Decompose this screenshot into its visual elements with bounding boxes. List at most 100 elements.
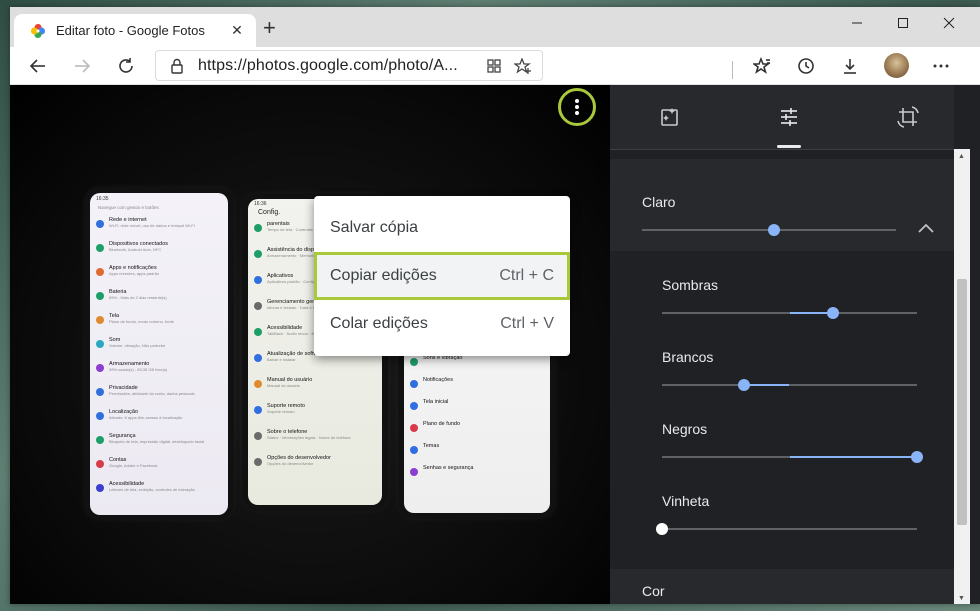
- setting-subtitle: Apps recentes, apps padrão: [109, 271, 160, 276]
- edit-tabs: [610, 85, 954, 149]
- tab-title: Editar foto - Google Fotos: [56, 23, 205, 38]
- address-bar[interactable]: https://photos.google.com/photo/A...: [155, 50, 543, 81]
- back-icon[interactable]: [24, 52, 52, 80]
- phone-left: 16:35 Navegue com gestos e botões Rede e…: [84, 187, 234, 520]
- browser-toolbar: https://photos.google.com/photo/A...: [10, 47, 980, 85]
- photo-viewer: 16:35 Navegue com gestos e botões Rede e…: [10, 85, 610, 604]
- phone-setting-row: Dispositivos conectados Bluetooth, Androi…: [90, 241, 228, 265]
- setting-icon: [254, 276, 262, 284]
- adjust-sliders-icon[interactable]: [775, 103, 803, 131]
- minimize-icon[interactable]: [834, 7, 880, 39]
- profile-avatar[interactable]: [884, 53, 909, 78]
- adjust-vinheta: Vinheta: [610, 483, 954, 555]
- phone-setting-row: Sobre o telefone Status · Informações leg…: [248, 429, 382, 455]
- tab-close-icon[interactable]: ✕: [228, 22, 246, 39]
- slider-track[interactable]: [656, 523, 917, 535]
- setting-subtitle: Opções do desenvolvedor: [267, 461, 314, 466]
- scrollbar-thumb[interactable]: [957, 279, 967, 525]
- slider-track[interactable]: [662, 379, 917, 391]
- scroll-down-icon[interactable]: ▼: [958, 595, 965, 602]
- setting-subtitle: 65% - Mais de 2 dias restante(s): [109, 295, 167, 300]
- slider-label: Sombras: [662, 277, 719, 293]
- forward-icon[interactable]: [68, 52, 96, 80]
- phone-setting-row: Bateria 65% - Mais de 2 dias restante(s): [90, 289, 228, 313]
- setting-subtitle: Status · Informações legais · Nome do te…: [267, 435, 351, 440]
- slider-fill: [789, 456, 917, 458]
- phone-setting-row: Privacidade Permissões, atividade da cont…: [90, 385, 228, 409]
- add-favorite-icon[interactable]: [514, 57, 532, 74]
- phone-setting-row: Som Volume, vibração, Não perturbe: [90, 337, 228, 361]
- setting-icon: [96, 268, 104, 276]
- section-light[interactable]: Claro: [610, 159, 954, 251]
- slider-track[interactable]: [662, 451, 923, 463]
- slider-knob[interactable]: [911, 451, 923, 463]
- new-tab-icon[interactable]: +: [263, 17, 276, 39]
- slider-knob[interactable]: [737, 379, 750, 391]
- setting-icon: [96, 436, 104, 444]
- slider-label: Vinheta: [662, 493, 710, 509]
- setting-subtitle: Volume, vibração, Não perturbe: [109, 343, 166, 348]
- setting-icon: [254, 302, 262, 310]
- phone-setting-row: Sons e vibração: [404, 355, 550, 377]
- setting-icon: [410, 380, 418, 388]
- section-color[interactable]: Cor: [610, 569, 954, 604]
- phone-setting-row: Apps e notificações Apps recentes, apps p…: [90, 265, 228, 289]
- scroll-up-icon[interactable]: ▲: [958, 153, 965, 160]
- chevron-up-icon[interactable]: [917, 221, 935, 239]
- setting-subtitle: Google, Adobe e Facebook: [109, 463, 158, 468]
- more-options-button[interactable]: [558, 88, 596, 126]
- slider-knob[interactable]: [826, 307, 839, 319]
- setting-icon: [410, 424, 418, 432]
- tabs-divider: [610, 149, 954, 150]
- favorites-icon[interactable]: [748, 52, 776, 80]
- phone-setting-row: Rede e internet Wi-Fi, rede móvel, uso de…: [90, 217, 228, 241]
- downloads-icon[interactable]: [836, 52, 864, 80]
- history-icon[interactable]: [792, 52, 820, 80]
- more-options-icon[interactable]: [927, 52, 955, 80]
- active-tab-indicator: [777, 145, 801, 148]
- setting-icon: [96, 412, 104, 420]
- setting-icon: [96, 484, 104, 492]
- google-photos-icon: [31, 23, 45, 38]
- setting-icon: [254, 250, 262, 258]
- menu-item-colar-edicoes[interactable]: Colar edições Ctrl + V: [314, 300, 570, 348]
- setting-icon: [96, 220, 104, 228]
- reload-icon[interactable]: [112, 52, 140, 80]
- tab-strip: Editar foto - Google Fotos ✕ +: [10, 7, 980, 47]
- menu-item-shortcut: Ctrl + C: [499, 267, 554, 284]
- menu-item-copiar-edicoes[interactable]: Copiar edições Ctrl + C: [314, 252, 570, 300]
- slider-label: Brancos: [662, 349, 714, 365]
- phone-setting-row: Armazenamento 39% usado(s) - 83,35 GB liv…: [90, 361, 228, 385]
- setting-icon: [96, 340, 104, 348]
- close-window-icon[interactable]: [926, 7, 972, 39]
- setting-icon: [96, 316, 104, 324]
- setting-subtitle: Bloqueio de tela, impressão digital, des…: [109, 439, 205, 444]
- slider-knob[interactable]: [656, 523, 668, 535]
- setting-subtitle: Suporte remoto: [267, 409, 295, 414]
- setting-icon: [410, 468, 418, 476]
- setting-title: Senhas e segurança: [423, 465, 474, 471]
- phone-setting-row: Acessibilidade Leitores de tela, exibição…: [90, 481, 228, 505]
- auto-fix-icon[interactable]: [656, 103, 684, 131]
- setting-subtitle: Manual do usuário: [267, 383, 300, 388]
- phone-left-list: Rede e internet Wi-Fi, rede móvel, uso de…: [90, 217, 228, 505]
- slider-fill: [743, 384, 790, 386]
- menu-item-salvar-copia[interactable]: Salvar cópia: [314, 204, 570, 252]
- slider-track[interactable]: [662, 307, 917, 319]
- maximize-icon[interactable]: [880, 7, 926, 39]
- browser-tab[interactable]: Editar foto - Google Fotos ✕: [14, 14, 256, 47]
- vertical-dots-icon: [575, 99, 579, 115]
- setting-subtitle: Plano de fundo, modo noturno, fonte: [109, 319, 174, 324]
- panel-scrollbar[interactable]: ▲ ▼: [954, 149, 970, 604]
- menu-item-label: Colar edições: [330, 315, 428, 332]
- edit-panel: Claro Sombras Brancos Negros Vinheta Cor: [610, 85, 980, 604]
- crop-rotate-icon[interactable]: [894, 103, 922, 131]
- extensions-icon[interactable]: [486, 58, 502, 74]
- light-slider[interactable]: [642, 224, 896, 236]
- setting-icon: [254, 224, 262, 232]
- setting-icon: [254, 432, 262, 440]
- phone-setting-row: Localização Ativado: 6 apps têm acesso à …: [90, 409, 228, 433]
- phone-setting-row: Contas Google, Adobe e Facebook: [90, 457, 228, 481]
- setting-subtitle: Bluetooth, Android Auto, NFC: [109, 247, 162, 252]
- light-slider-knob[interactable]: [768, 224, 781, 236]
